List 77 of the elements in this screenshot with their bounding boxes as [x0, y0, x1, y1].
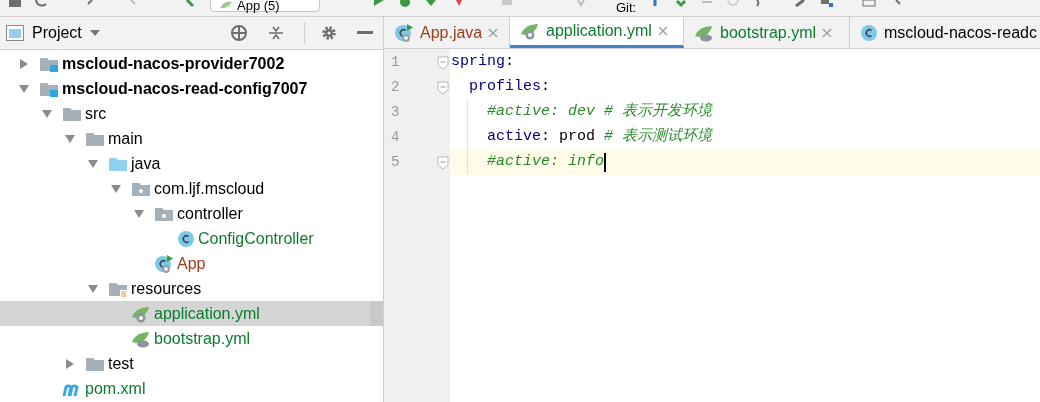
- structure-icon[interactable]: [820, 0, 835, 8]
- sync-icon[interactable]: [34, 0, 48, 8]
- code-line: spring:: [451, 52, 515, 73]
- module-folder-icon: [39, 80, 59, 97]
- commit-icon[interactable]: [674, 0, 689, 8]
- debug-icon[interactable]: [398, 0, 412, 8]
- image-icon[interactable]: [862, 0, 877, 8]
- runnable-class-icon: [394, 22, 414, 43]
- close-icon[interactable]: [822, 27, 833, 38]
- tree-item[interactable]: main: [108, 126, 143, 151]
- runnable-class-icon: [154, 253, 174, 274]
- collapsed-arrow-icon[interactable]: [64, 357, 76, 370]
- expanded-arrow-icon[interactable]: [64, 132, 76, 145]
- tree-item[interactable]: bootstrap.yml: [154, 326, 251, 351]
- project-window-icon: [6, 25, 24, 41]
- tree-item[interactable]: mscloud-nacos-read-config7007: [62, 76, 308, 101]
- code-line: #active: dev # 表示开发环境: [487, 101, 713, 123]
- vcs-label: Git:: [616, 1, 637, 14]
- tree-item[interactable]: resources: [131, 276, 202, 301]
- dropdown-caret-icon[interactable]: [89, 30, 100, 36]
- code-line: active: prod # 表示测试环境: [487, 126, 713, 148]
- coverage-icon[interactable]: [424, 0, 438, 8]
- spring-config-icon: [694, 23, 714, 42]
- line-number: 3: [390, 103, 401, 122]
- close-icon[interactable]: [657, 26, 668, 36]
- text-cursor: [604, 153, 607, 172]
- expanded-arrow-icon[interactable]: [18, 82, 30, 95]
- code-line: #active: info: [487, 152, 605, 173]
- spring-config-icon: [131, 304, 151, 323]
- class-icon: [177, 229, 195, 248]
- expanded-arrow-icon[interactable]: [133, 207, 145, 220]
- class-icon: [860, 23, 878, 42]
- expanded-arrow-icon[interactable]: [110, 182, 122, 195]
- scrollbar-thumb[interactable]: [370, 301, 383, 326]
- tree-item[interactable]: java: [131, 151, 161, 176]
- spring-config-icon: [520, 22, 540, 40]
- fold-marker-icon[interactable]: [437, 80, 449, 95]
- run-icon[interactable]: [372, 0, 386, 8]
- spring-config-icon: [131, 329, 151, 348]
- line-number: 1: [390, 53, 401, 72]
- expanded-arrow-icon[interactable]: [87, 157, 99, 170]
- code-line: profiles:: [469, 77, 551, 98]
- tree-item[interactable]: test: [108, 351, 134, 376]
- line-number: 2: [390, 78, 401, 97]
- resources-folder-icon: [108, 280, 128, 297]
- tree-item[interactable]: com.ljf.mscloud: [154, 176, 265, 201]
- settings-icon[interactable]: [321, 25, 337, 41]
- module-folder-icon: [39, 55, 59, 72]
- folder-icon: [85, 130, 105, 147]
- package-folder-icon: [154, 205, 174, 222]
- panel-title[interactable]: Project: [32, 21, 82, 45]
- expanded-arrow-icon[interactable]: [87, 282, 99, 295]
- collapse-all-icon[interactable]: [268, 25, 284, 41]
- tree-item[interactable]: application.yml: [154, 301, 260, 326]
- fold-marker-icon[interactable]: [437, 55, 449, 70]
- source-folder-icon: [108, 155, 128, 172]
- save-icon[interactable]: [8, 0, 22, 8]
- fold-marker-icon[interactable]: [437, 155, 449, 170]
- run-configuration-dropdown[interactable]: App (5): [210, 0, 320, 12]
- line-number: 4: [390, 128, 401, 147]
- tree-item[interactable]: ConfigController: [198, 226, 314, 251]
- editor-tab[interactable]: application.yml: [510, 17, 684, 48]
- locate-icon[interactable]: [230, 24, 248, 42]
- close-icon[interactable]: [488, 27, 499, 38]
- line-number: 5: [390, 153, 401, 172]
- folder-icon: [85, 355, 105, 372]
- package-folder-icon: [131, 180, 151, 197]
- expanded-arrow-icon[interactable]: [41, 107, 53, 120]
- folder-icon: [62, 105, 82, 122]
- hide-icon[interactable]: [357, 31, 373, 35]
- tree-item[interactable]: src: [85, 101, 107, 126]
- tree-item[interactable]: controller: [177, 201, 243, 226]
- tree-item[interactable]: pom.xml: [85, 376, 146, 401]
- collapsed-arrow-icon[interactable]: [18, 57, 30, 70]
- tree-item[interactable]: App: [177, 251, 206, 276]
- tree-item[interactable]: mscloud-nacos-provider7002: [62, 51, 285, 76]
- spring-leaf-icon: [219, 0, 233, 10]
